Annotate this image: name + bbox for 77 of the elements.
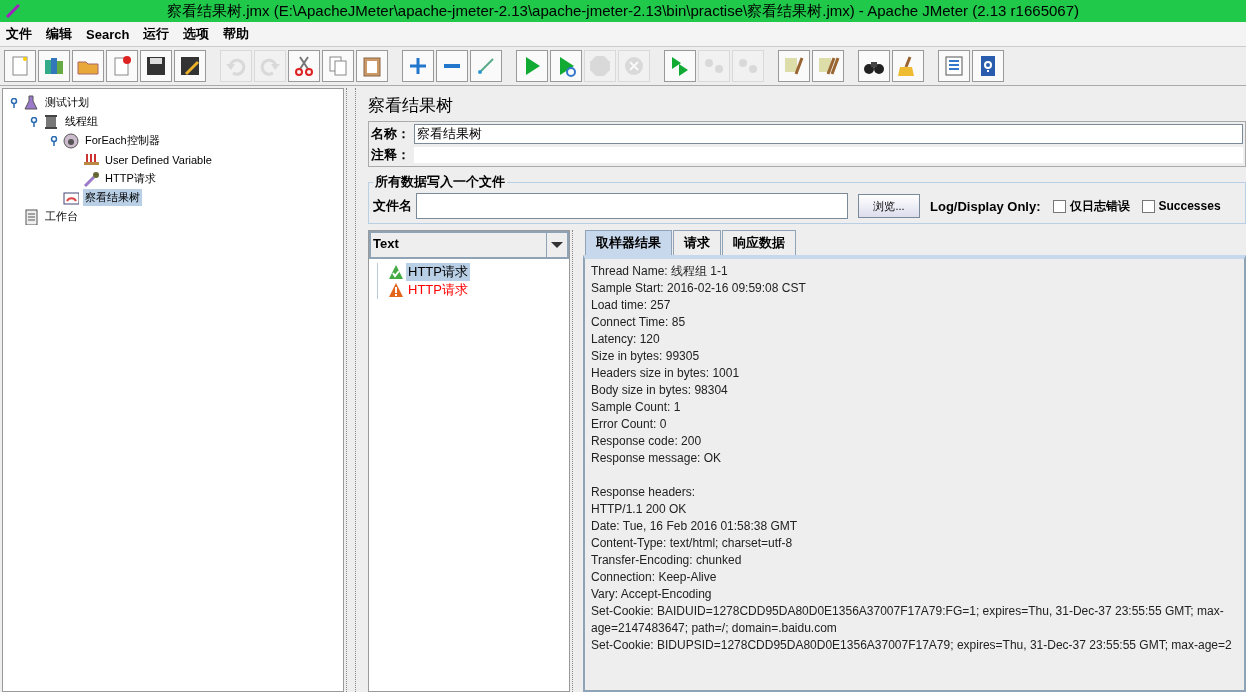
comment-label: 注释：: [371, 146, 410, 164]
window-title: 察看结果树.jmx (E:\ApacheJMeter\apache-jmeter-2.13\apache-jmeter-2.13\bin\practise\察看结果树.jmx) - Apache JMeter (2.13 r1665067): [167, 1, 1079, 21]
result-line: Response code: 200: [591, 433, 703, 450]
result-line: Latency: 120: [591, 331, 661, 348]
name-field[interactable]: 察看结果树: [414, 124, 1243, 144]
gauge-icon: [63, 132, 79, 149]
tree-item[interactable]: ForEach控制器: [83, 132, 162, 149]
toolbar-button[interactable]: [858, 50, 890, 82]
menu-item[interactable]: 运行: [143, 25, 170, 43]
header-line: Content-Type: text/html; charset=utf-8: [591, 535, 794, 552]
result-item[interactable]: HTTP请求: [406, 281, 470, 299]
pipette-icon: [83, 170, 99, 187]
header-line: Date: Tue, 16 Feb 2016 01:58:38 GMT: [591, 518, 799, 535]
expanded-icon[interactable]: [9, 97, 19, 108]
menu-item[interactable]: 选项: [183, 25, 210, 43]
result-line: Headers size in bytes: 1001: [591, 365, 741, 382]
panel-title: 察看结果树: [368, 95, 454, 117]
caret-icon: [551, 241, 563, 249]
splitter-handle[interactable]: [346, 88, 356, 692]
flask-icon: [23, 94, 39, 111]
tree-item[interactable]: User Defined Variable: [103, 152, 214, 167]
result-item[interactable]: HTTP请求: [406, 263, 470, 281]
pencil-icon: [178, 54, 202, 78]
header-line: Transfer-Encoding: chunked: [591, 552, 743, 569]
cancel-icon: [622, 54, 646, 78]
result-line: Load time: 257: [591, 297, 672, 314]
result-line: Sample Start: 2016-02-16 09:59:08 CST: [591, 280, 807, 297]
stop-icon: [588, 54, 612, 78]
result-line: Error Count: 0: [591, 416, 668, 433]
renderer-dropdown[interactable]: Text: [369, 231, 569, 259]
tree-item[interactable]: 线程组: [63, 113, 100, 130]
tab[interactable]: 取样器结果: [585, 230, 672, 255]
rack-icon: [83, 151, 99, 168]
checkbox-label: 仅日志错误: [1069, 197, 1130, 215]
tree-item[interactable]: 测试计划: [43, 94, 91, 111]
expanded-icon[interactable]: [29, 116, 39, 127]
header-line: Set-Cookie: BAIDUID=1278CDD95DA80D0E1356A37007F17A79:FG=1; expires=Thu, 31-Dec-37 23:55:55 GMT; max-age=2147483647; path=/; domain=.baidu.com: [591, 603, 1225, 637]
menu-item[interactable]: 编辑: [46, 25, 72, 43]
browse-button[interactable]: 浏览...: [858, 194, 920, 218]
header-line: Set-Cookie: BIDUPSID=1278CDD95DA80D0E1356A37007F17A79; expires=Thu, 31-Dec-37 23:55:55 GMT; max-age=2: [591, 637, 1233, 654]
toolbar-button[interactable]: [972, 50, 1004, 82]
result-line: Response message: OK: [591, 450, 723, 467]
checkbox[interactable]: [1141, 199, 1155, 213]
minus-icon: [444, 64, 460, 68]
header-line: Response headers:: [591, 484, 697, 501]
result-line: Body size in bytes: 98304: [591, 382, 729, 399]
checkbox-label: Successes: [1158, 199, 1221, 213]
tree-item[interactable]: HTTP请求: [103, 170, 158, 187]
list-icon: [942, 54, 966, 78]
filename-label: 文件名: [373, 197, 412, 215]
result-line: Connect Time: 85: [591, 314, 687, 331]
tree-item[interactable]: 察看结果树: [83, 189, 142, 206]
checkbox[interactable]: [1052, 199, 1066, 213]
tree-item[interactable]: 工作台: [43, 208, 80, 225]
header-line: Vary: Accept-Encoding: [591, 586, 713, 603]
scissors-icon: [292, 54, 316, 78]
menu-item[interactable]: 文件: [6, 25, 32, 43]
filename-field[interactable]: [416, 193, 848, 219]
header-line: HTTP/1.1 200 OK: [591, 501, 688, 518]
tab[interactable]: 请求: [673, 230, 721, 255]
menu-item[interactable]: Search: [86, 26, 130, 42]
feather-icon: [6, 4, 20, 18]
log-display-label: Log/Display Only:: [930, 198, 1041, 214]
name-label: 名称：: [371, 125, 410, 143]
result-line: Sample Count: 1: [591, 399, 682, 416]
expanded-icon[interactable]: [49, 135, 59, 146]
result-line: Thread Name: 线程组 1-1: [591, 263, 729, 280]
result-line: Size in bytes: 99305: [591, 348, 701, 365]
group-title: 所有数据写入一个文件: [374, 173, 506, 191]
spool-icon: [43, 113, 59, 130]
header-line: Connection: Keep-Alive: [591, 569, 718, 586]
tab[interactable]: 响应数据: [722, 230, 796, 255]
toolbar-button[interactable]: [174, 50, 206, 82]
meter-icon: [63, 189, 79, 206]
toolbar-button[interactable]: [140, 50, 172, 82]
menu-item[interactable]: 帮助: [223, 25, 250, 43]
copy-icon: [326, 54, 350, 78]
